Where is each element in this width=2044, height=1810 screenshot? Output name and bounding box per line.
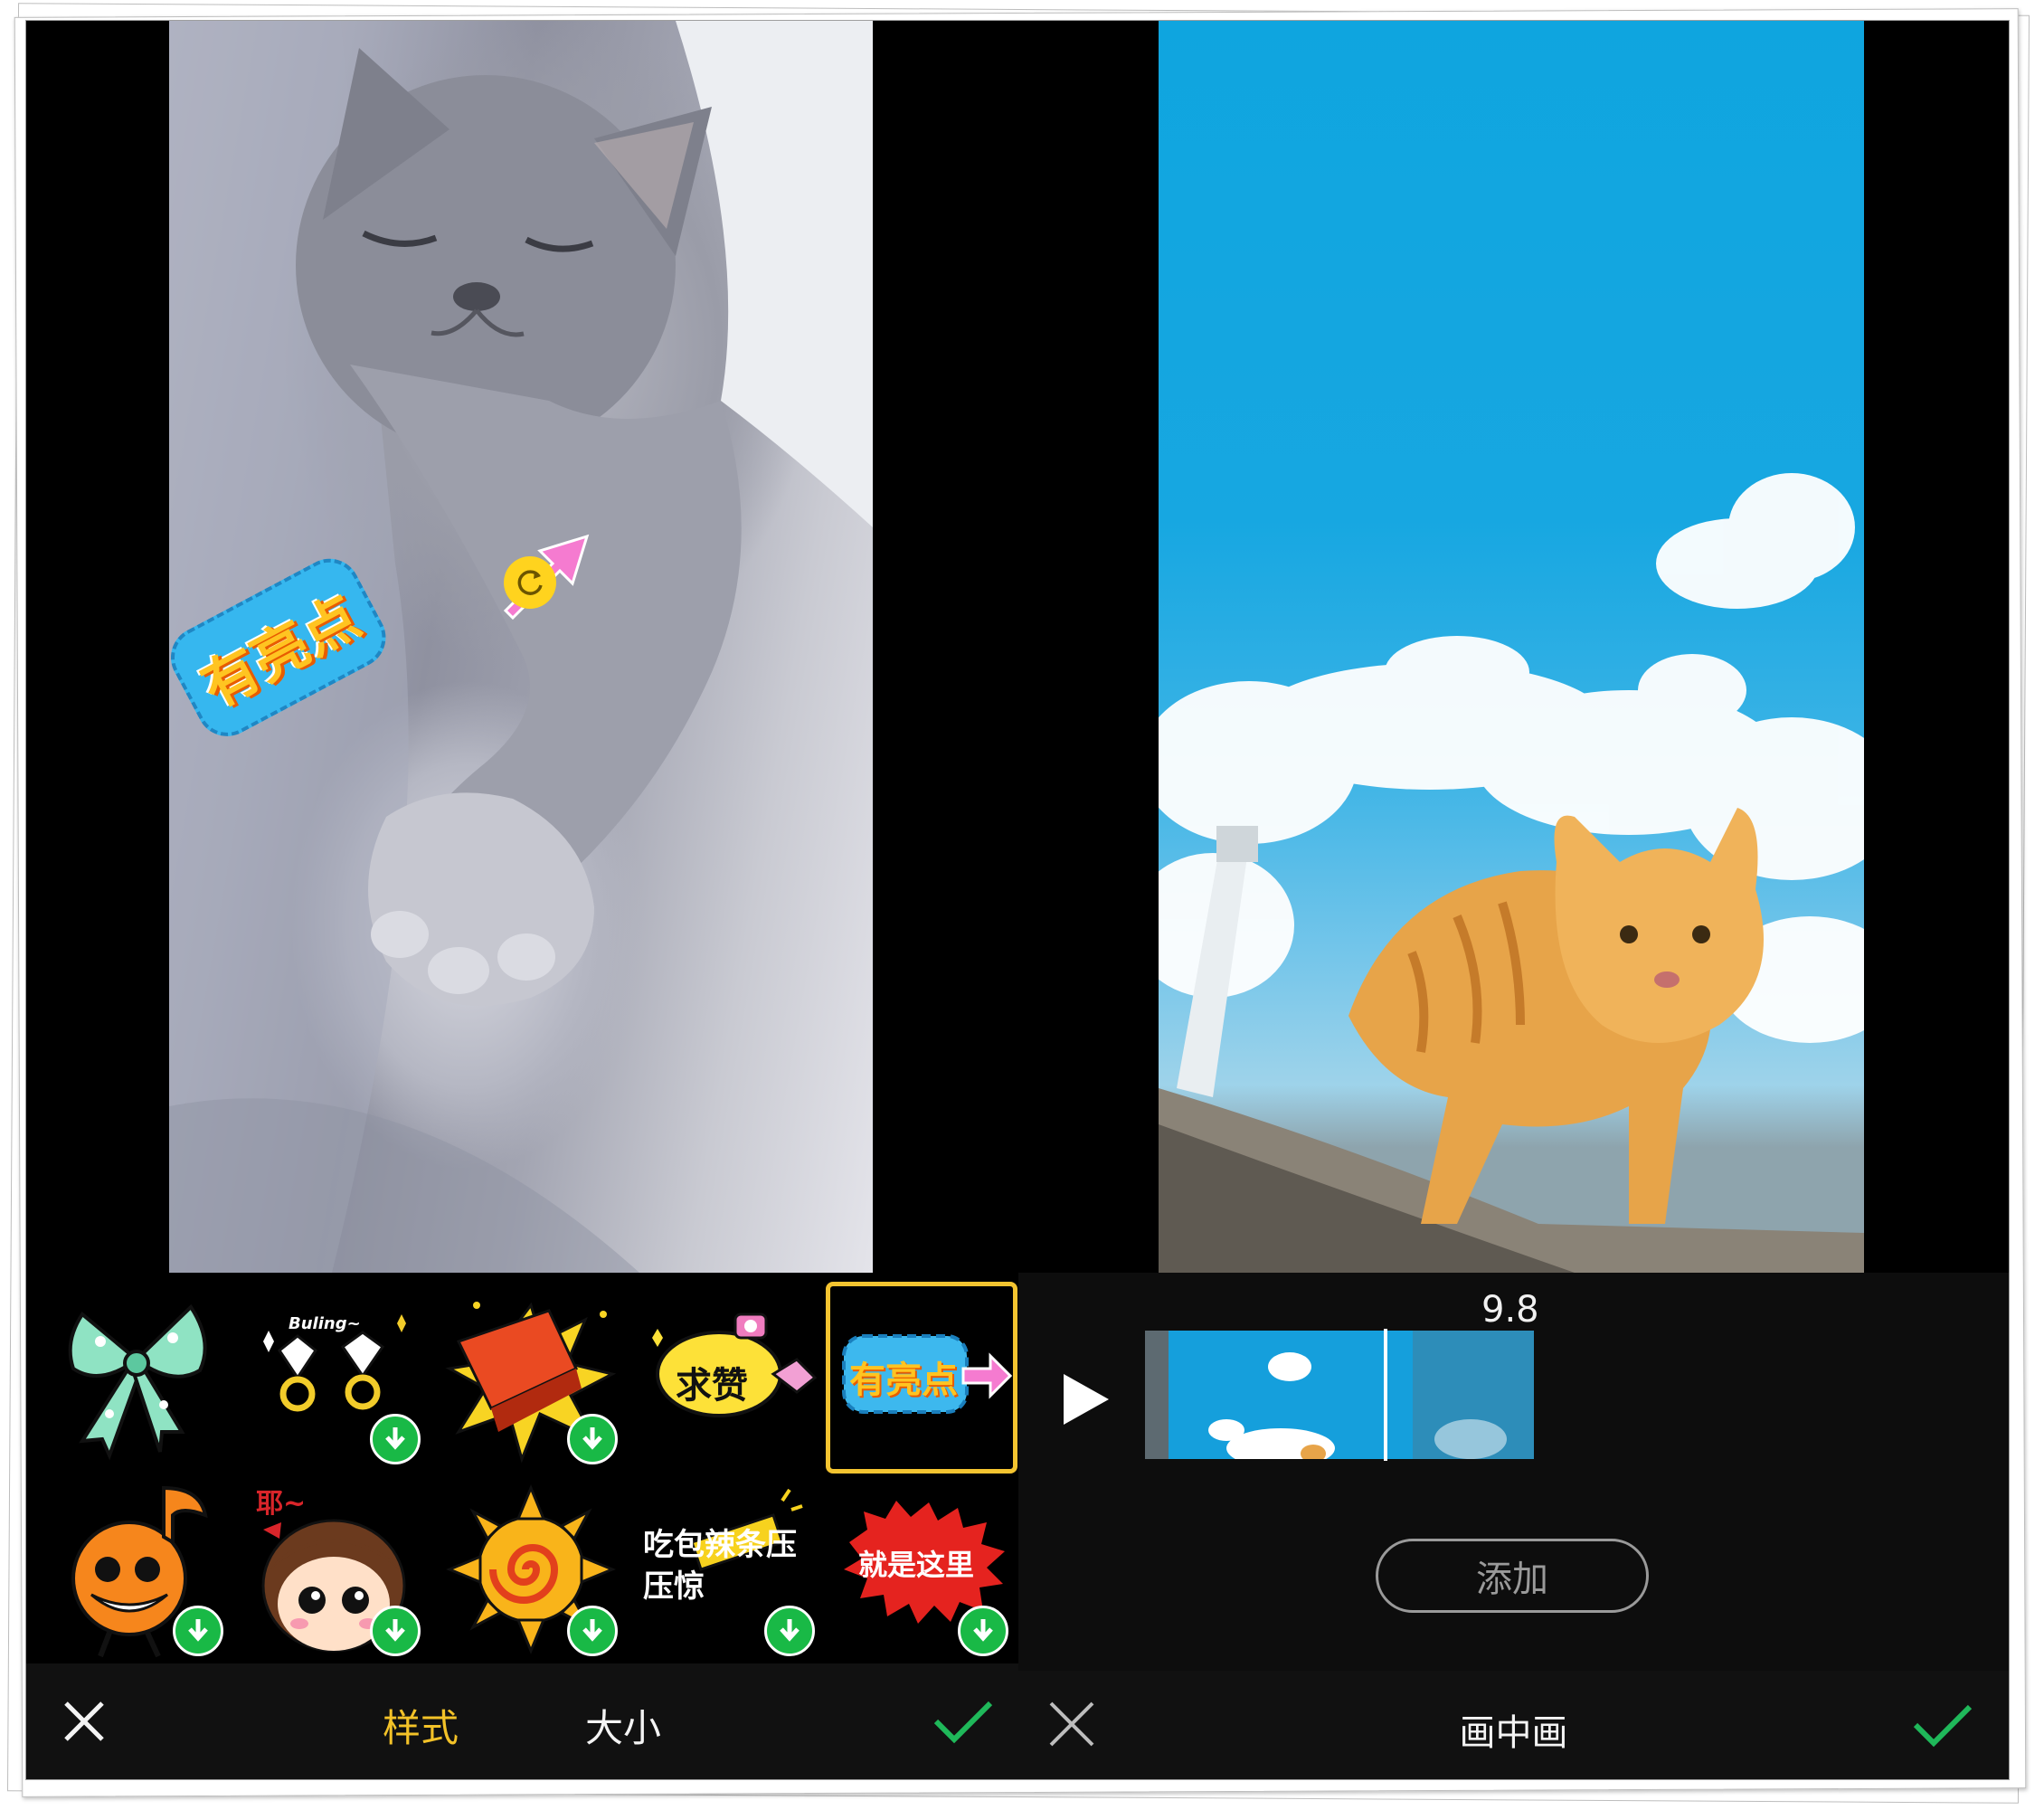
play-icon[interactable]	[1058, 1370, 1112, 1428]
sticker-rotate-handle[interactable]	[504, 556, 556, 609]
timeline-time-label: 9.8	[1481, 1289, 1539, 1331]
sticker-grid: Buling~ 求赞 有亮点 耶~ 吃包辣条压压惊 就是这里	[26, 1275, 1018, 1663]
sticker-bottom-bar: 样式 大小	[26, 1663, 1018, 1779]
orange-cat-illustration	[1159, 473, 1864, 1273]
download-button[interactable]	[567, 1414, 618, 1464]
shy-girl-text: 耶~	[256, 1488, 307, 1520]
timeline-playhead[interactable]	[1384, 1329, 1387, 1461]
eat-latiao-text: 吃包辣条压压惊	[643, 1527, 797, 1605]
download-button[interactable]	[370, 1414, 421, 1464]
sticker-editor-panel: 有亮点 Buling~ 求赞 有亮点 耶~ 吃包辣条压压惊 就是这里 样式 大小	[26, 21, 1018, 1779]
buling-text: Buling~	[289, 1314, 361, 1333]
download-button[interactable]	[958, 1606, 1008, 1656]
check-icon[interactable]	[931, 1694, 996, 1748]
download-icon	[973, 1619, 993, 1642]
rotate-icon	[517, 570, 543, 595]
qiu-zan-text: 求赞	[676, 1365, 748, 1407]
pip-title: 画中画	[1459, 1712, 1568, 1754]
sticker-buling-diamonds[interactable]: Buling~	[243, 1287, 424, 1468]
you-liang-dian-text: 有亮点	[849, 1360, 958, 1401]
sticker-explosion-block[interactable]	[440, 1287, 621, 1468]
download-icon	[188, 1619, 208, 1642]
download-icon	[385, 1427, 405, 1450]
sticker-plate: 有亮点	[169, 547, 397, 747]
sticker-orange-note-face[interactable]	[46, 1479, 227, 1660]
bow-sticker-icon	[68, 1303, 207, 1461]
add-button[interactable]: 添加	[1376, 1539, 1649, 1613]
video-preview-gray-cat: 有亮点	[169, 21, 873, 1273]
download-icon	[582, 1427, 602, 1450]
download-icon	[582, 1619, 602, 1642]
download-icon	[780, 1619, 800, 1642]
tab-size[interactable]: 大小	[585, 1698, 661, 1753]
tab-style[interactable]: 样式	[383, 1698, 459, 1753]
download-button[interactable]	[370, 1606, 421, 1656]
sticker-eat-latiao[interactable]: 吃包辣条压压惊	[638, 1479, 819, 1660]
timeline-area: 9.8 添加	[1018, 1273, 2009, 1671]
download-button[interactable]	[567, 1606, 618, 1656]
video-preview-orange-cat	[1159, 21, 1864, 1273]
placed-sticker-text: 有亮点	[191, 583, 371, 721]
pip-bottom-bar: 画中画	[1018, 1671, 2009, 1779]
sticker-qiu-zan[interactable]: 求赞	[638, 1287, 819, 1468]
sticker-spiral-sun[interactable]	[440, 1479, 621, 1660]
check-icon[interactable]	[1910, 1698, 1975, 1752]
download-button[interactable]	[764, 1606, 815, 1656]
clip-thumbnail	[1208, 1352, 1507, 1459]
video-clip-strip[interactable]	[1145, 1331, 1534, 1459]
download-button[interactable]	[173, 1606, 223, 1656]
you-liang-dian-sticker-icon	[842, 1334, 1013, 1414]
sticker-you-liang-dian[interactable]: 有亮点	[826, 1282, 1017, 1474]
screenshot-frame: 有亮点 Buling~ 求赞 有亮点 耶~ 吃包辣条压压惊 就是这里 样式 大小…	[25, 20, 2010, 1780]
close-icon[interactable]	[59, 1696, 109, 1747]
download-icon	[385, 1619, 405, 1642]
sticker-jiu-shi-zhe-li[interactable]: 就是这里	[831, 1479, 1012, 1660]
picture-in-picture-panel: 9.8 添加 画中画	[1018, 21, 2009, 1779]
sticker-shy-girl[interactable]: 耶~	[243, 1479, 424, 1660]
sticker-bow[interactable]	[46, 1287, 227, 1468]
jiu-shi-zhe-li-text: 就是这里	[858, 1548, 975, 1582]
